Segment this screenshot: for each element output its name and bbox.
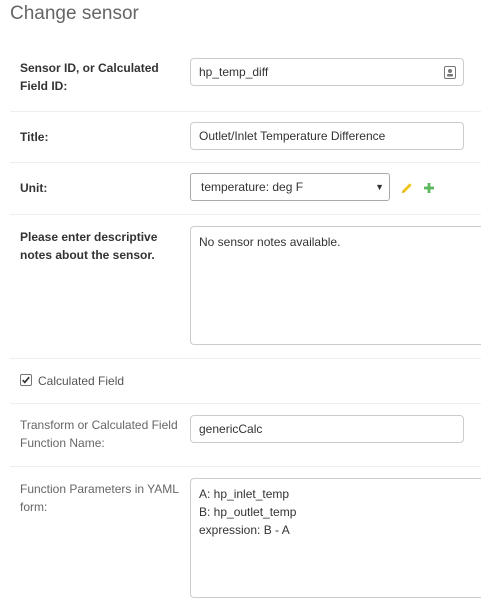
- checkmark-icon: [22, 376, 30, 384]
- unit-select[interactable]: temperature: deg F ▼: [190, 173, 390, 201]
- params-row: Function Parameters in YAML form: A: hp_…: [10, 466, 481, 605]
- title-label: Title:: [20, 130, 49, 144]
- params-textarea[interactable]: A: hp_inlet_temp B: hp_outlet_temp expre…: [190, 478, 481, 598]
- sensor-id-row: Sensor ID, or Calculated Field ID:: [10, 40, 481, 112]
- sensor-id-label: Sensor ID, or Calculated Field ID:: [20, 61, 159, 93]
- unit-label: Unit:: [20, 181, 48, 195]
- pencil-icon[interactable]: [401, 182, 413, 194]
- sensor-id-input[interactable]: [190, 58, 464, 86]
- unit-selected-value: temperature: deg F: [201, 180, 304, 194]
- notes-row: Please enter descriptive notes about the…: [10, 214, 481, 359]
- transform-input[interactable]: [190, 415, 464, 443]
- page-title: Change sensor: [10, 3, 139, 24]
- chevron-down-icon: ▼: [375, 182, 384, 192]
- contact-card-icon[interactable]: [444, 66, 456, 79]
- notes-label: Please enter descriptive notes about the…: [20, 230, 158, 262]
- title-row: Title:: [10, 111, 481, 163]
- notes-textarea[interactable]: No sensor notes available.: [190, 226, 481, 345]
- calculated-field-checkbox[interactable]: [20, 374, 32, 386]
- plus-icon[interactable]: [423, 182, 435, 194]
- title-input[interactable]: [190, 122, 464, 150]
- calculated-field-label: Calculated Field: [38, 374, 125, 388]
- calculated-row: Calculated Field: [10, 358, 481, 404]
- transform-label: Transform or Calculated Field Function N…: [20, 418, 178, 450]
- transform-row: Transform or Calculated Field Function N…: [10, 403, 481, 467]
- params-label: Function Parameters in YAML form:: [20, 482, 179, 514]
- unit-row: Unit: temperature: deg F ▼: [10, 162, 481, 215]
